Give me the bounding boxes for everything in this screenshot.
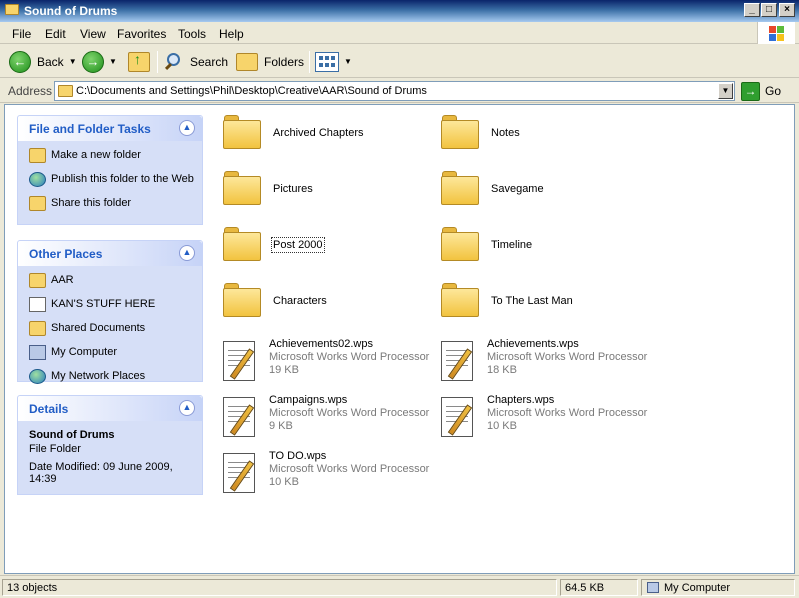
folders-button[interactable]: Folders <box>236 48 304 75</box>
window-title: Sound of Drums <box>24 4 118 18</box>
address-path: C:\Documents and Settings\Phil\Desktop\C… <box>76 85 427 97</box>
menu-help[interactable]: Help <box>219 27 244 41</box>
tasks-panel-header[interactable]: File and Folder Tasks ▲ <box>18 116 202 141</box>
folders-icon <box>236 52 258 71</box>
folder-item[interactable]: Savegame <box>441 167 651 219</box>
place-my-computer[interactable]: My Computer <box>29 345 194 366</box>
folder-icon <box>441 227 479 261</box>
other-places-header[interactable]: Other Places ▲ <box>18 241 202 266</box>
task-share-folder[interactable]: Share this folder <box>29 196 194 217</box>
back-button[interactable]: ← Back ▼ <box>9 48 77 75</box>
collapse-icon[interactable]: ▲ <box>179 245 195 261</box>
folder-item[interactable]: Characters <box>223 279 433 331</box>
folder-icon <box>223 171 261 205</box>
back-arrow-icon: ← <box>9 50 31 73</box>
folder-icon <box>441 115 479 149</box>
other-places-panel: Other Places ▲ AAR KAN'S STUFF HERE Shar… <box>17 240 203 384</box>
place-kans-stuff[interactable]: KAN'S STUFF HERE <box>29 297 194 318</box>
details-header[interactable]: Details ▲ <box>18 396 202 421</box>
folder-icon <box>29 273 46 288</box>
windows-logo-icon <box>757 22 795 44</box>
file-item[interactable]: Achievements.wps Microsoft Works Word Pr… <box>437 335 647 387</box>
computer-icon <box>647 582 659 593</box>
collapse-icon[interactable]: ▲ <box>179 400 195 416</box>
address-label: Address <box>8 84 53 98</box>
menu-favorites[interactable]: Favorites <box>117 27 166 41</box>
up-folder-icon: ↑ <box>128 51 150 72</box>
maximize-button[interactable]: □ <box>761 3 777 17</box>
views-button[interactable]: ▼ <box>315 48 352 75</box>
menu-tools[interactable]: Tools <box>178 27 206 41</box>
close-button[interactable]: × <box>779 3 795 17</box>
place-shared-documents[interactable]: Shared Documents <box>29 321 194 342</box>
chevron-down-icon[interactable]: ▼ <box>69 57 77 66</box>
task-make-new-folder[interactable]: Make a new folder <box>29 148 194 169</box>
network-icon <box>29 369 46 384</box>
menu-view[interactable]: View <box>80 27 106 41</box>
forward-arrow-icon: → <box>82 50 104 73</box>
folder-item[interactable]: Timeline <box>441 223 651 275</box>
chevron-down-icon[interactable]: ▼ <box>344 57 352 66</box>
folder-icon <box>441 283 479 317</box>
views-icon <box>315 51 339 72</box>
tasks-panel: File and Folder Tasks ▲ Make a new folde… <box>17 115 203 225</box>
address-input[interactable]: C:\Documents and Settings\Phil\Desktop\C… <box>54 81 735 101</box>
file-item[interactable]: Achievements02.wps Microsoft Works Word … <box>219 335 429 387</box>
document-icon <box>29 297 46 312</box>
folder-icon <box>223 283 261 317</box>
wps-document-icon <box>437 339 479 383</box>
status-bar: 13 objects 64.5 KB My Computer <box>0 575 799 598</box>
folder-icon <box>223 227 261 261</box>
place-my-network-places[interactable]: My Network Places <box>29 369 194 390</box>
wps-document-icon <box>437 395 479 439</box>
status-size: 64.5 KB <box>560 579 638 596</box>
address-bar: Address C:\Documents and Settings\Phil\D… <box>0 79 799 103</box>
search-button[interactable]: Search <box>164 48 228 75</box>
folder-item[interactable]: Post 2000 <box>223 223 433 275</box>
menu-bar: File Edit View Favorites Tools Help <box>0 22 799 44</box>
file-item[interactable]: TO DO.wps Microsoft Works Word Processor… <box>219 447 429 499</box>
minimize-button[interactable]: _ <box>744 3 760 17</box>
wps-document-icon <box>219 339 261 383</box>
place-aar[interactable]: AAR <box>29 273 194 294</box>
title-bar: Sound of Drums _ □ × <box>0 0 799 22</box>
menu-edit[interactable]: Edit <box>45 27 66 41</box>
go-arrow-icon: → <box>741 81 760 101</box>
chevron-down-icon[interactable]: ▼ <box>109 57 117 66</box>
details-type: File Folder <box>29 443 81 455</box>
computer-icon <box>29 345 46 360</box>
file-item[interactable]: Campaigns.wps Microsoft Works Word Proce… <box>219 391 429 443</box>
file-item[interactable]: Chapters.wps Microsoft Works Word Proces… <box>437 391 647 443</box>
folder-item[interactable]: Pictures <box>223 167 433 219</box>
main-view: File and Folder Tasks ▲ Make a new folde… <box>4 104 795 574</box>
folder-item[interactable]: Archived Chapters <box>223 111 433 163</box>
collapse-icon[interactable]: ▲ <box>179 120 195 136</box>
new-folder-icon <box>29 148 46 163</box>
task-publish-folder[interactable]: Publish this folder to the Web <box>29 172 194 193</box>
wps-document-icon <box>219 395 261 439</box>
forward-button[interactable]: → ▼ <box>82 48 117 75</box>
details-panel: Details ▲ Sound of Drums File Folder Dat… <box>17 395 203 495</box>
share-folder-icon <box>29 196 46 211</box>
folder-item[interactable]: Notes <box>441 111 651 163</box>
menu-file[interactable]: File <box>12 27 31 41</box>
search-icon <box>164 52 184 72</box>
status-location: My Computer <box>641 579 795 596</box>
shared-folder-icon <box>29 321 46 336</box>
address-dropdown-button[interactable]: ▼ <box>718 83 733 99</box>
go-button[interactable]: → Go <box>741 81 781 101</box>
details-name: Sound of Drums <box>29 429 115 441</box>
wps-document-icon <box>219 451 261 495</box>
folder-item[interactable]: To The Last Man <box>441 279 651 331</box>
folder-icon <box>58 85 73 97</box>
status-object-count: 13 objects <box>2 579 557 596</box>
folder-icon <box>223 115 261 149</box>
details-modified: Date Modified: 09 June 2009, 14:39 <box>29 461 173 485</box>
up-folder-button[interactable]: ↑ <box>128 48 150 75</box>
publish-web-icon <box>29 172 46 187</box>
toolbar: ← Back ▼ → ▼ ↑ Search Folders ▼ <box>0 45 799 78</box>
folder-icon <box>441 171 479 205</box>
folder-icon <box>5 4 19 15</box>
